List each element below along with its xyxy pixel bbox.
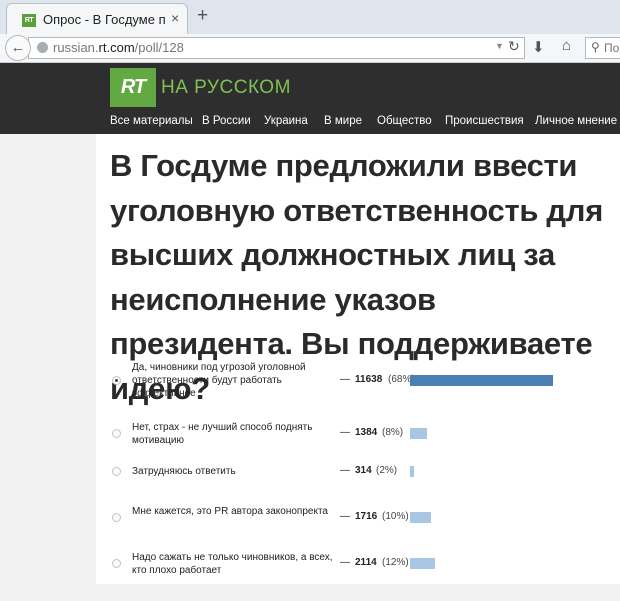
address-bar[interactable]: russian.rt.com/poll/128 ▼ ↻: [28, 37, 525, 59]
tab-title: Опрос - В Госдуме п...: [43, 12, 165, 27]
reload-icon[interactable]: ↻: [508, 38, 520, 55]
page-content: RT НА РУССКОМ Все материалы В России Укр…: [0, 63, 620, 584]
nav-item-society[interactable]: Общество: [377, 115, 432, 127]
browser-tab[interactable]: RT Опрос - В Госдуме п... ×: [6, 3, 188, 34]
poll-option-dash: —: [340, 557, 350, 568]
poll-option-bar: [410, 428, 427, 439]
nav-item-all[interactable]: Все материалы: [110, 115, 193, 127]
nav-item-opinion[interactable]: Личное мнение: [535, 115, 617, 127]
poll-option-radio[interactable]: [112, 429, 121, 438]
rt-logo[interactable]: RT: [110, 68, 156, 107]
search-icon: ⚲: [591, 40, 600, 54]
nav-item-ukraine[interactable]: Украина: [264, 115, 308, 127]
url-path: /poll/128: [134, 40, 184, 55]
poll-option-bar: [410, 466, 414, 477]
poll-option-label: Нет, страх - не лучший способ поднять мо…: [132, 422, 313, 446]
poll-option[interactable]: Нет, страх - не лучший способ поднять мо…: [0, 421, 620, 471]
poll-option-label: Мне кажется, это PR автора законопректа: [132, 506, 328, 517]
poll-option-count: 11638: [355, 374, 383, 385]
poll-option[interactable]: Да, чиновники под угрозой уголовной отве…: [0, 361, 620, 411]
poll-option-radio[interactable]: [112, 467, 121, 476]
rt-favicon-icon: RT: [22, 14, 36, 27]
poll-option-count: 1384: [355, 427, 378, 438]
poll-option-dash: —: [340, 511, 350, 522]
poll-option-dash: —: [340, 374, 350, 385]
poll-option-radio[interactable]: [112, 376, 121, 385]
search-box[interactable]: ⚲ По: [585, 37, 620, 59]
poll-option[interactable]: Мне кажется, это PR автора законопректа —…: [0, 505, 620, 555]
poll-option-percent: (12%): [382, 557, 409, 568]
nav-item-russia[interactable]: В России: [202, 115, 251, 127]
globe-icon: [37, 42, 48, 53]
nav-item-world[interactable]: В мире: [324, 115, 362, 127]
download-icon[interactable]: ⬇: [532, 38, 545, 56]
url-domain: rt.com: [98, 40, 135, 55]
poll-option-bar: [410, 558, 435, 569]
new-tab-icon[interactable]: +: [197, 5, 208, 27]
url-text[interactable]: russian.rt.com/poll/128: [53, 40, 184, 55]
poll-option-count: 2114: [355, 557, 377, 568]
browser-tab-bar: RT Опрос - В Госдуме п... × +: [0, 0, 620, 34]
poll-option-percent: (8%): [382, 427, 404, 438]
nav-item-incidents[interactable]: Происшествия: [445, 115, 524, 127]
site-header: RT НА РУССКОМ Все материалы В России Укр…: [0, 63, 620, 134]
poll-option-label: Да, чиновники под угрозой уголовной отве…: [132, 362, 306, 399]
poll-option-count: 314: [355, 465, 372, 476]
poll-option-count: 1716: [355, 511, 378, 522]
poll-option[interactable]: Надо сажать не только чиновников, а всех…: [0, 551, 620, 601]
poll-option-label: Надо сажать не только чиновников, а всех…: [132, 552, 333, 576]
poll-option-radio[interactable]: [112, 513, 121, 522]
poll-option-bar: [410, 375, 553, 386]
browser-nav-bar: russian.rt.com/poll/128 ▼ ↻ ← ⬇ ⌂ ⚲ По: [0, 34, 620, 63]
back-button[interactable]: ←: [5, 35, 31, 61]
close-tab-icon[interactable]: ×: [171, 10, 179, 26]
poll-option-label: Затрудняюсь ответить: [132, 466, 236, 477]
url-prefix: russian.: [53, 40, 99, 55]
search-placeholder: По: [604, 41, 620, 55]
history-dropdown-icon[interactable]: ▼: [495, 41, 504, 51]
poll-option-radio[interactable]: [112, 559, 121, 568]
poll-option-bar: [410, 512, 431, 523]
brand-text[interactable]: НА РУССКОМ: [161, 77, 291, 99]
poll-option-dash: —: [340, 427, 350, 438]
home-icon[interactable]: ⌂: [562, 37, 571, 54]
poll-option-percent: (2%): [376, 465, 398, 476]
poll-option-percent: (10%): [382, 511, 409, 522]
poll-option-dash: —: [340, 465, 350, 476]
